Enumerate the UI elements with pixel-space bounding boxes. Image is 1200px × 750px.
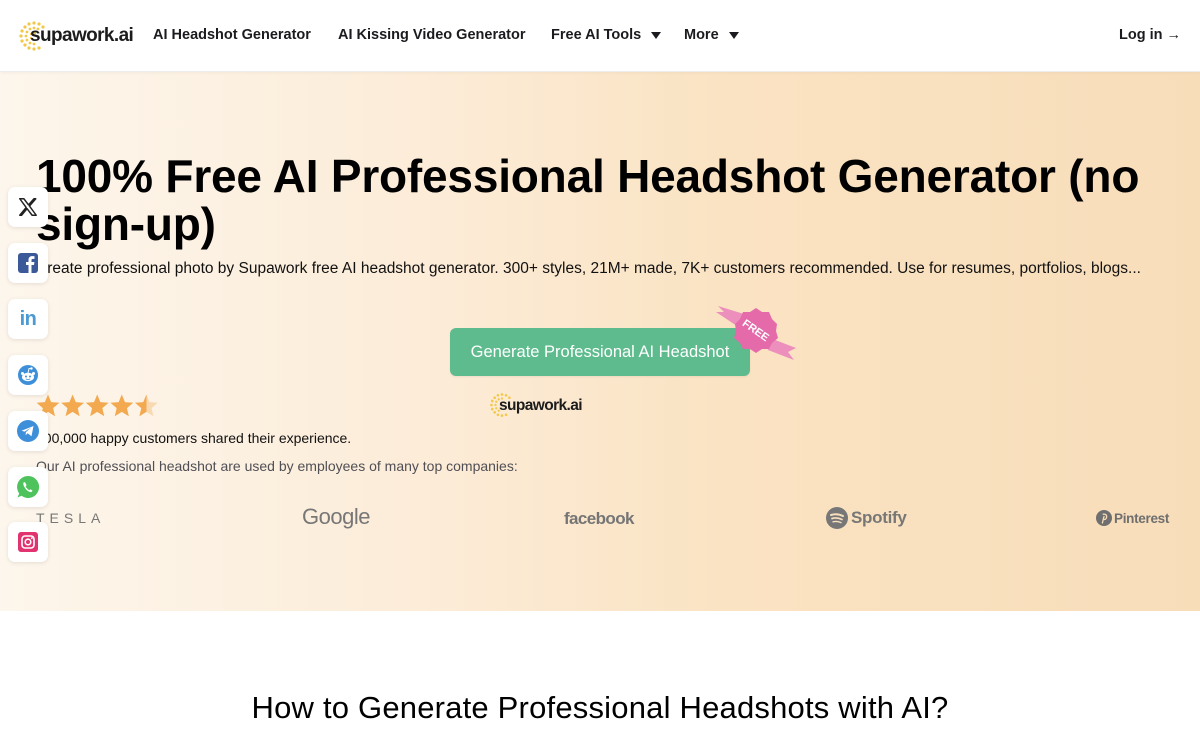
logo-text: supawork.ai [30,25,134,46]
star-icon [134,394,158,417]
hero-title: 100% Free AI Professional Headshot Gener… [36,150,1140,250]
nav-free-ai-tools[interactable]: Free AI Tools [551,27,662,43]
caret-down-icon [651,31,662,39]
share-facebook-button[interactable] [8,243,48,283]
login-link[interactable]: Log in → [1119,27,1181,43]
telegram-icon [17,420,39,442]
free-ribbon-badge: FREE [716,306,796,360]
pinterest-logo: Pinterest [1096,510,1169,526]
share-linkedin-button[interactable]: in [8,299,48,339]
nav-label: Free AI Tools [551,27,642,43]
caret-down-icon [728,31,739,39]
brand-logo-text: supawork.ai [499,397,583,414]
star-rating-icons [36,394,158,417]
brand-logo: supawork.ai [489,392,589,422]
reddit-icon [18,365,38,385]
linkedin-icon: in [19,307,37,330]
nav-label: AI Kissing Video Generator [338,27,526,43]
share-whatsapp-button[interactable] [8,467,48,507]
facebook-icon [18,253,38,273]
pinterest-logo-text: Pinterest [1114,510,1170,526]
happy-customers-text: 100,000 happy customers shared their exp… [36,430,352,446]
pinterest-icon [1096,510,1112,526]
nav-ai-kissing-video-generator[interactable]: AI Kissing Video Generator [338,27,525,43]
share-instagram-button[interactable] [8,522,48,562]
nav-more[interactable]: More [684,27,739,43]
share-reddit-button[interactable] [8,355,48,395]
nav-ai-headshot-generator[interactable]: AI Headshot Generator [153,27,311,43]
x-icon [19,198,37,216]
google-logo-text: Google [302,504,370,529]
google-logo: Google [302,504,370,530]
spotify-logo: Spotify [826,507,907,529]
generate-headshot-button[interactable]: Generate Professional AI Headshot [450,328,750,376]
how-to-section-title: How to Generate Professional Headshots w… [251,690,949,725]
share-x-button[interactable] [8,187,48,227]
star-icon [61,394,85,417]
instagram-icon [18,532,38,552]
nav-label: AI Headshot Generator [153,27,311,43]
cta-label: Generate Professional AI Headshot [470,342,730,361]
companies-intro-text: Our AI professional headshot are used by… [36,458,518,474]
hero-section: 100% Free AI Professional Headshot Gener… [0,72,1200,611]
supawork-logo[interactable]: supawork.ai [18,19,134,53]
hero-subtitle: Create professional photo by Supawork fr… [36,260,1141,277]
facebook-logo: facebook [564,509,634,529]
spotify-logo-text: Spotify [851,508,907,527]
whatsapp-icon [17,475,40,498]
share-telegram-button[interactable] [8,411,48,451]
star-icon [110,394,134,417]
rating-stars [36,394,161,418]
nav-label: More [684,27,719,43]
site-header: supawork.ai AI Headshot Generator AI Kis… [0,0,1200,72]
spotify-icon [826,507,848,529]
star-icon [85,394,109,417]
facebook-logo-text: facebook [564,509,634,528]
